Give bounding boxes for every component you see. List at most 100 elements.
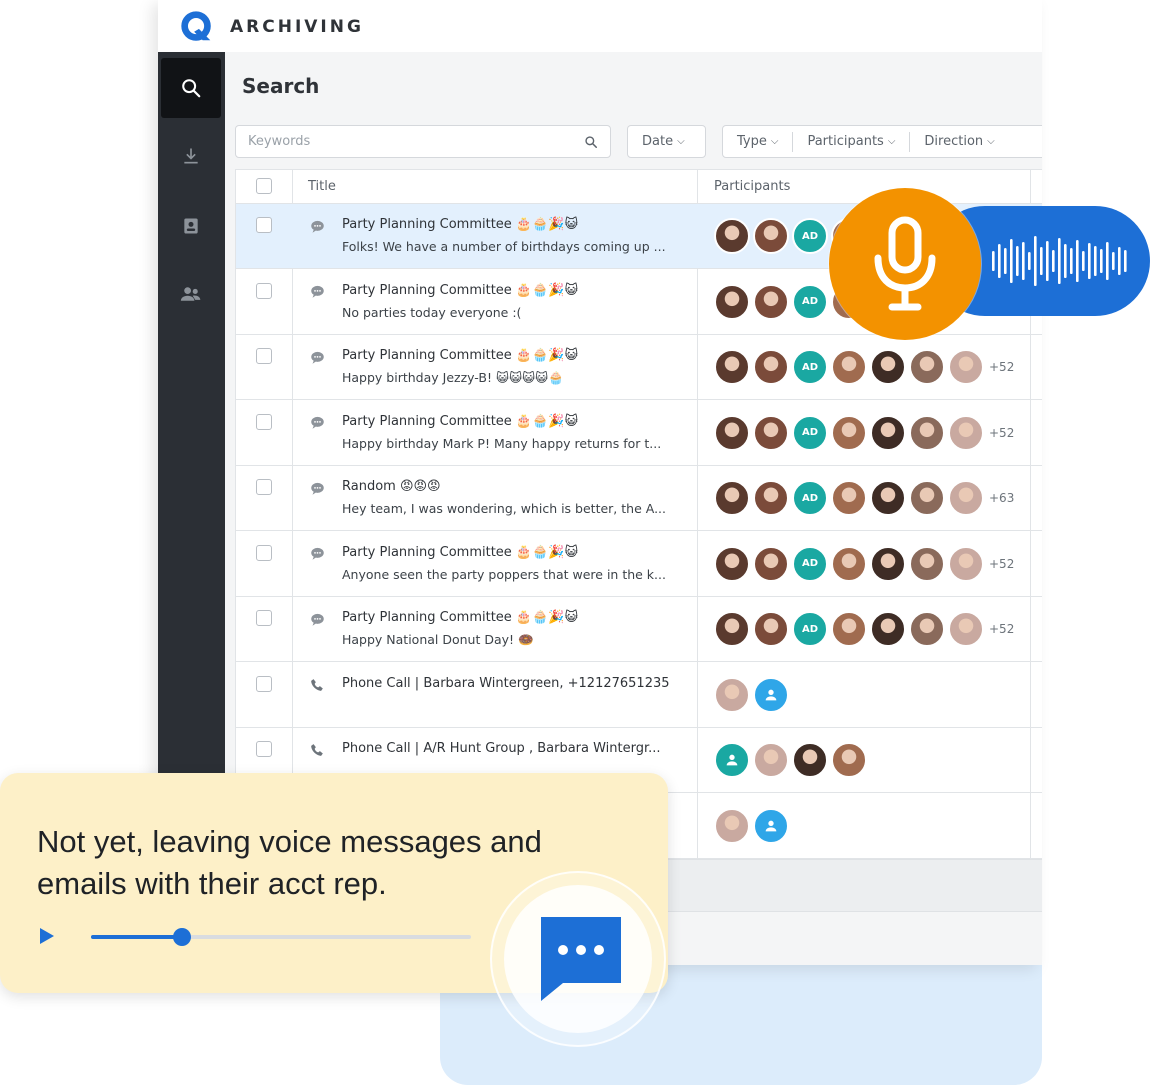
audio-progress[interactable] (91, 928, 471, 946)
waveform-icon (992, 236, 1127, 286)
date-filter[interactable]: Date ⌵ (627, 125, 706, 158)
avatar (870, 545, 906, 582)
avatar (831, 349, 867, 385)
row-checkbox[interactable] (256, 413, 272, 430)
table-row[interactable]: Phone Call | Barbara Wintergreen, +12127… (236, 663, 1042, 728)
participants: AD +52 (714, 611, 1014, 647)
table-row[interactable]: Party Planning Committee 🎂🧁🎉😺 Happy birth… (236, 401, 1042, 466)
brand-logo-icon (181, 11, 211, 41)
chat-icon (309, 611, 325, 627)
waveform-bar (1034, 236, 1037, 286)
chat-icon (309, 218, 325, 234)
waveform-bar (1028, 252, 1031, 270)
row-title: Party Planning Committee 🎂🧁🎉😺 (342, 348, 579, 363)
avatar (831, 545, 867, 582)
search-input[interactable] (248, 134, 584, 149)
phone-icon (309, 742, 325, 758)
row-subtitle: No parties today everyone :( (342, 304, 522, 320)
search-icon (182, 79, 201, 98)
row-subtitle: Happy birthday Jezzy-B! 😺😺😺😺🧁 (342, 370, 564, 385)
avatar (753, 349, 789, 385)
row-title: Random 😡😡😡 (342, 479, 441, 494)
search-icon[interactable] (584, 135, 598, 149)
row-checkbox[interactable] (256, 675, 272, 692)
column-participants: Participants (714, 179, 791, 194)
contacts-icon (184, 218, 198, 234)
avatar (831, 480, 867, 516)
rail-download[interactable] (161, 126, 221, 186)
row-checkbox[interactable] (256, 741, 272, 757)
microphone-icon (874, 216, 936, 311)
mic-button[interactable] (829, 188, 981, 340)
row-checkbox[interactable] (256, 217, 272, 233)
avatar (714, 807, 750, 844)
row-checkbox[interactable] (256, 610, 272, 626)
waveform-bar (1052, 250, 1055, 272)
waveform-bar (1064, 244, 1067, 278)
page-title: Search (242, 74, 320, 98)
avatar (753, 611, 789, 647)
avatar (792, 742, 828, 778)
waveform-bar (1094, 246, 1097, 276)
type-filter[interactable]: Type ⌵ (723, 131, 794, 152)
avatar (753, 283, 789, 320)
avatar (714, 414, 750, 451)
table-row[interactable]: Party Planning Committee 🎂🧁🎉😺 Happy birth… (236, 335, 1042, 400)
avatar (948, 480, 984, 516)
play-icon[interactable] (38, 926, 56, 946)
participants: AD +52 (714, 349, 1014, 385)
avatar (714, 218, 750, 254)
row-checkbox[interactable] (256, 282, 272, 299)
avatar (714, 611, 750, 647)
waveform-bar (1076, 240, 1079, 282)
row-checkbox[interactable] (256, 544, 272, 561)
table-row[interactable]: Random 😡😡😡 Hey team, I was wondering, whi… (236, 466, 1042, 531)
row-title: Party Planning Committee 🎂🧁🎉😺 (342, 413, 579, 429)
waveform-bar (1088, 243, 1091, 279)
user-avatar-icon (753, 807, 789, 844)
row-checkbox[interactable] (256, 479, 272, 495)
waveform-bar (1070, 248, 1073, 274)
chevron-down-icon: ⌵ (770, 136, 779, 147)
waveform-bar (1112, 252, 1115, 270)
waveform-bar (1040, 247, 1043, 275)
row-subtitle: Folks! We have a number of birthdays com… (342, 239, 666, 254)
avatar (714, 283, 750, 320)
waveform-bar (992, 251, 995, 271)
participants-filter[interactable]: Participants ⌵ (793, 131, 911, 152)
avatar (714, 545, 750, 582)
rail-contacts[interactable] (161, 196, 221, 256)
chat-icon (309, 480, 325, 496)
row-checkbox[interactable] (256, 348, 272, 364)
table-row[interactable]: Party Planning Committee 🎂🧁🎉😺 Happy Natio… (236, 597, 1042, 662)
avatar (714, 480, 750, 516)
avatar-initials: AD (792, 480, 828, 516)
brand: ARCHIVING (178, 8, 364, 46)
avatar (870, 349, 906, 385)
waveform-bar (1022, 242, 1025, 280)
row-subtitle: Anyone seen the party poppers that were … (342, 566, 666, 582)
users-icon (180, 287, 201, 301)
avatar (831, 414, 867, 451)
avatar (714, 349, 750, 385)
avatar-initials: AD (792, 349, 828, 385)
search-box[interactable] (235, 125, 611, 158)
rail-search[interactable] (161, 58, 221, 118)
avatar (909, 545, 945, 582)
avatar (831, 611, 867, 647)
table-row[interactable]: Party Planning Committee 🎂🧁🎉😺 Anyone seen… (236, 532, 1042, 597)
waveform-bar (1106, 242, 1109, 280)
chat-bubble-icon[interactable] (541, 917, 621, 1001)
row-subtitle: Hey team, I was wondering, which is bett… (342, 501, 666, 516)
type-filter-label: Type (737, 134, 767, 149)
brand-name: ARCHIVING (230, 17, 364, 37)
select-all-checkbox[interactable] (256, 178, 272, 194)
avatar (909, 611, 945, 647)
audio-progress-knob[interactable] (173, 928, 192, 946)
avatar-initials: AD (792, 283, 828, 320)
rail-users[interactable] (161, 264, 221, 324)
waveform-bar (1124, 250, 1127, 272)
participants (714, 742, 867, 778)
avatar (948, 545, 984, 582)
direction-filter[interactable]: Direction ⌵ (910, 132, 1008, 152)
